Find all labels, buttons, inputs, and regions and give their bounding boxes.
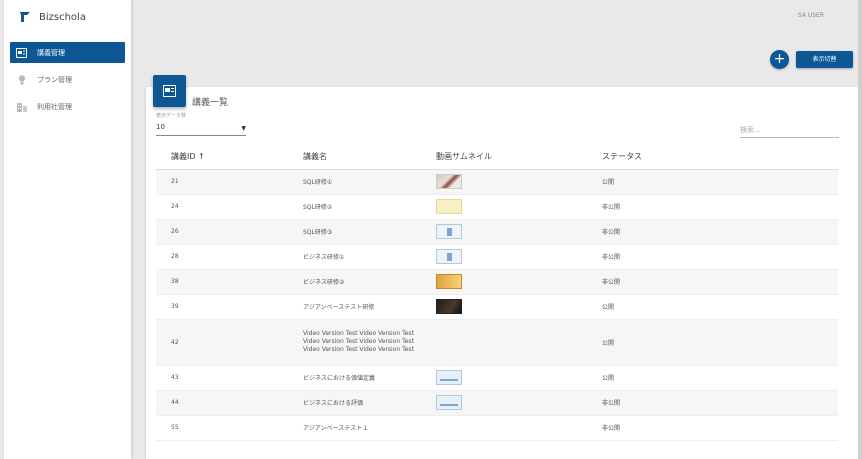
column-header-name[interactable]: 講義名 — [288, 144, 421, 170]
brand-logo-icon — [20, 12, 30, 22]
lecture-id-cell: 42 — [156, 319, 288, 366]
card-title: 講義一覧 — [192, 98, 229, 108]
table-row[interactable]: 39 アジアンベーステスト研修 公開 — [156, 294, 838, 320]
status-cell: 公開 — [587, 365, 838, 391]
lecture-name-cell: SQL研修② — [288, 194, 421, 220]
status-cell: 公開 — [587, 294, 838, 320]
lecture-name-cell: ビジネス研修① — [288, 244, 421, 270]
thumbnail-cell — [421, 219, 587, 245]
table-row[interactable]: 55 アジアンベーステスト１ 非公開 — [156, 415, 838, 441]
column-header-id[interactable]: 講義ID ↑ — [156, 144, 288, 170]
table-row[interactable]: 44 ビジネスにおける評価 非公開 — [156, 390, 838, 416]
thumbnail-cell — [421, 294, 587, 320]
thumbnail-cell — [421, 415, 587, 441]
lecture-icon — [16, 47, 27, 58]
video-thumbnail[interactable] — [436, 174, 462, 189]
status-cell: 非公開 — [587, 219, 838, 245]
lecture-id-cell: 55 — [156, 415, 288, 441]
building-icon — [16, 102, 27, 112]
status-cell: 非公開 — [587, 194, 838, 220]
thumbnail-cell — [421, 365, 587, 391]
status-cell: 公開 — [587, 319, 838, 366]
sidebar-item-label: プラン管理 — [37, 75, 72, 84]
lecture-id-cell: 43 — [156, 365, 288, 391]
lecture-table: 講義ID ↑ 講義名 動画サムネイル ステータス 21 SQL研修① 公開 24 SQL… — [156, 144, 838, 441]
video-thumbnail[interactable] — [436, 370, 462, 385]
scrollbar-track[interactable] — [858, 0, 862, 459]
toggle-view-button[interactable]: 表示切替 — [796, 51, 853, 68]
thumbnail-cell — [421, 390, 587, 416]
brand-name: Bizschola — [39, 11, 86, 23]
status-cell: 非公開 — [587, 390, 838, 416]
video-thumbnail[interactable] — [436, 395, 462, 410]
video-thumbnail[interactable] — [436, 299, 462, 314]
lecture-name-cell: Video Version Test Video Version Test Vi… — [288, 319, 421, 366]
lecture-list-card: 講義一覧 表示データ数 10 ▼ 検索... 講義ID ↑ 講義名 動画サムネイ… — [146, 87, 860, 459]
table-row[interactable]: 26 SQL研修③ 非公開 — [156, 219, 838, 245]
sidebar: Bizschola 講義管理 プラン管理 利用社管理 — [4, 0, 131, 459]
column-header-status[interactable]: ステータス — [587, 144, 838, 170]
show-count-label: 表示データ数 — [156, 113, 187, 119]
lecture-name-cell: ビジネス研修② — [288, 269, 421, 295]
thumbnail-cell — [421, 244, 587, 270]
lecture-name-cell: アジアンベーステスト研修 — [288, 294, 421, 320]
status-cell: 非公開 — [587, 415, 838, 441]
status-cell: 非公開 — [587, 244, 838, 270]
user-name[interactable]: SA USER — [798, 12, 824, 19]
status-cell: 公開 — [587, 169, 838, 195]
lecture-id-cell: 44 — [156, 390, 288, 416]
sidebar-item-lectures[interactable]: 講義管理 — [10, 42, 125, 63]
table-row[interactable]: 24 SQL研修② 非公開 — [156, 194, 838, 220]
video-thumbnail[interactable] — [436, 199, 462, 214]
status-cell: 非公開 — [587, 269, 838, 295]
show-count-select[interactable]: 10 ▼ — [156, 123, 246, 136]
lecture-id-cell: 38 — [156, 269, 288, 295]
thumbnail-cell — [421, 269, 587, 295]
video-thumbnail[interactable] — [436, 224, 462, 239]
column-header-thumbnail[interactable]: 動画サムネイル — [421, 144, 587, 170]
lecture-name-cell: ビジネスにおける価値定義 — [288, 365, 421, 391]
lecture-id-cell: 28 — [156, 244, 288, 270]
table-row[interactable]: 38 ビジネス研修② 非公開 — [156, 269, 838, 295]
add-lecture-button[interactable]: + — [770, 50, 789, 69]
lecture-name-cell: ビジネスにおける評価 — [288, 390, 421, 416]
lecture-id-cell: 26 — [156, 219, 288, 245]
search-input[interactable]: 検索... — [740, 123, 839, 138]
show-count-value: 10 — [156, 123, 165, 131]
lecture-name-cell: SQL研修③ — [288, 219, 421, 245]
table-row[interactable]: 28 ビジネス研修① 非公開 — [156, 244, 838, 270]
table-row[interactable]: 43 ビジネスにおける価値定義 公開 — [156, 365, 838, 391]
table-row[interactable]: 21 SQL研修① 公開 — [156, 169, 838, 195]
lightbulb-icon — [16, 74, 27, 85]
lecture-id-cell: 39 — [156, 294, 288, 320]
caret-down-icon: ▼ — [241, 125, 246, 132]
brand[interactable]: Bizschola — [4, 0, 131, 34]
table-row[interactable]: 42 Video Version Test Video Version Test … — [156, 319, 838, 366]
video-thumbnail[interactable] — [436, 274, 462, 289]
video-thumbnail[interactable] — [436, 249, 462, 264]
table-header-row: 講義ID ↑ 講義名 動画サムネイル ステータス — [156, 144, 838, 170]
sidebar-item-label: 講義管理 — [37, 48, 65, 57]
lecture-id-cell: 21 — [156, 169, 288, 195]
lecture-name-cell: SQL研修① — [288, 169, 421, 195]
thumbnail-cell — [421, 319, 587, 366]
lecture-list-badge-icon — [153, 75, 186, 107]
thumbnail-cell — [421, 194, 587, 220]
sidebar-item-plans[interactable]: プラン管理 — [4, 69, 131, 90]
sidebar-item-label: 利用社管理 — [37, 102, 72, 111]
lecture-id-cell: 24 — [156, 194, 288, 220]
lecture-name-cell: アジアンベーステスト１ — [288, 415, 421, 441]
sidebar-item-companies[interactable]: 利用社管理 — [4, 96, 131, 117]
thumbnail-cell — [421, 169, 587, 195]
